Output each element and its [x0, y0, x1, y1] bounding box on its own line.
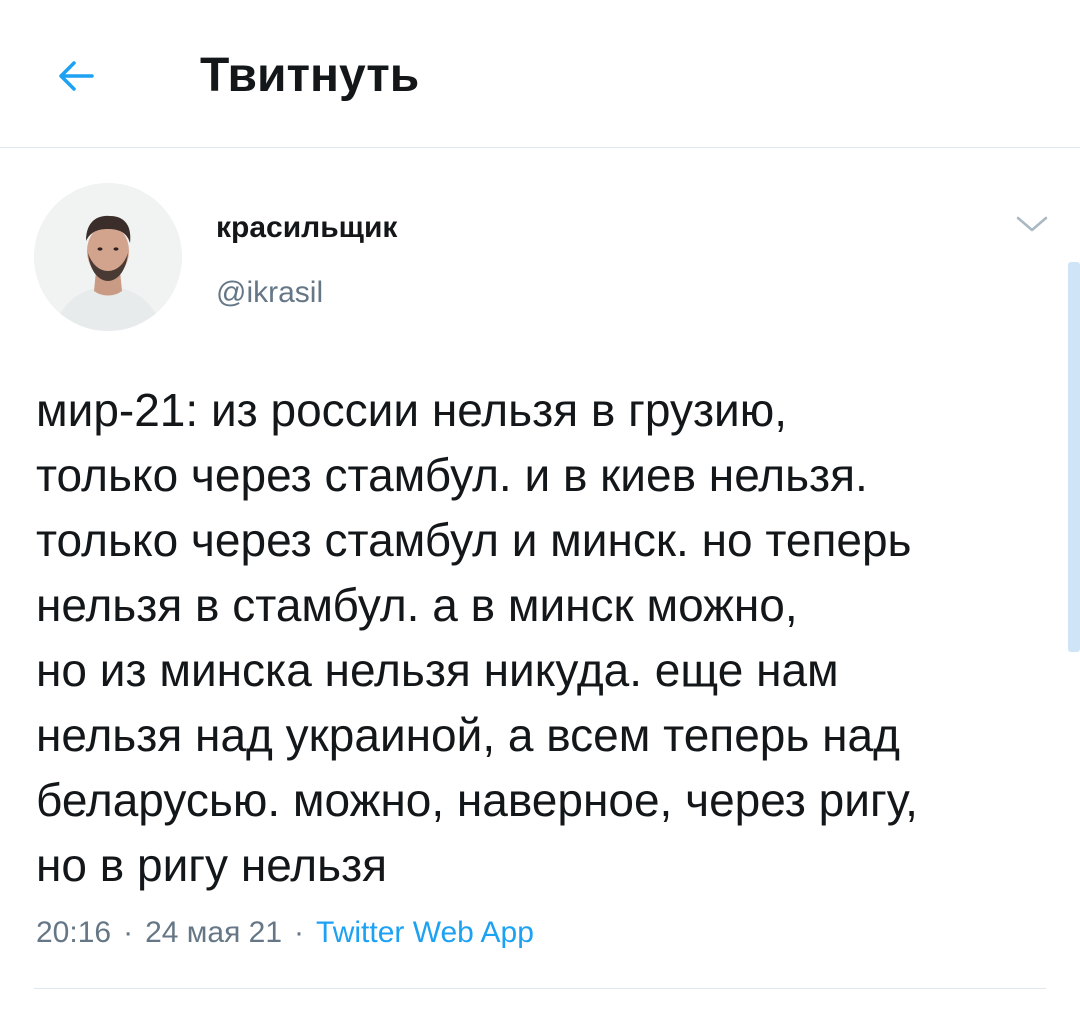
- chevron-down-icon: [1016, 216, 1048, 232]
- divider: [34, 988, 1046, 989]
- tweet-text-line: мир-21: из россии нельзя в грузию,: [36, 384, 788, 436]
- meta-separator: ·: [123, 916, 134, 949]
- avatar-image: [34, 183, 182, 331]
- tweet-text-line: нельзя над украиной, а всем теперь над: [36, 709, 900, 761]
- arrow-left-icon: [59, 61, 94, 91]
- page-title: Твитнуть: [200, 49, 420, 102]
- tweet-text-line: нельзя в стамбул. а в минск можно,: [36, 579, 798, 631]
- scrollbar-thumb[interactable]: [1068, 262, 1080, 652]
- avatar[interactable]: [34, 183, 182, 331]
- tweet-text: мир-21: из россии нельзя в грузию, тольк…: [36, 378, 1056, 898]
- more-options-button[interactable]: [1008, 208, 1056, 240]
- top-bar: Твитнуть: [0, 0, 1080, 148]
- tweet-text-line: но в ригу нельзя: [36, 839, 388, 891]
- tweet-time[interactable]: 20:16: [36, 916, 111, 949]
- tweet-text-line: но из минска нельзя никуда. еще нам: [36, 644, 839, 696]
- tweet-text-line: только через стамбул и минск. но теперь: [36, 514, 912, 566]
- tweet-source-link[interactable]: Twitter Web App: [316, 916, 534, 949]
- author-name[interactable]: красильщик: [216, 210, 397, 246]
- tweet-date[interactable]: 24 мая 21: [145, 916, 282, 949]
- back-button[interactable]: [48, 48, 104, 104]
- meta-separator: ·: [294, 916, 305, 949]
- author-handle[interactable]: @ikrasil: [216, 275, 323, 311]
- tweet-text-line: только через стамбул. и в киев нельзя.: [36, 449, 868, 501]
- tweet-meta: 20:16 · 24 мая 21 · Twitter Web App: [36, 913, 534, 953]
- tweet-text-line: беларусью. можно, наверное, через ригу,: [36, 774, 918, 826]
